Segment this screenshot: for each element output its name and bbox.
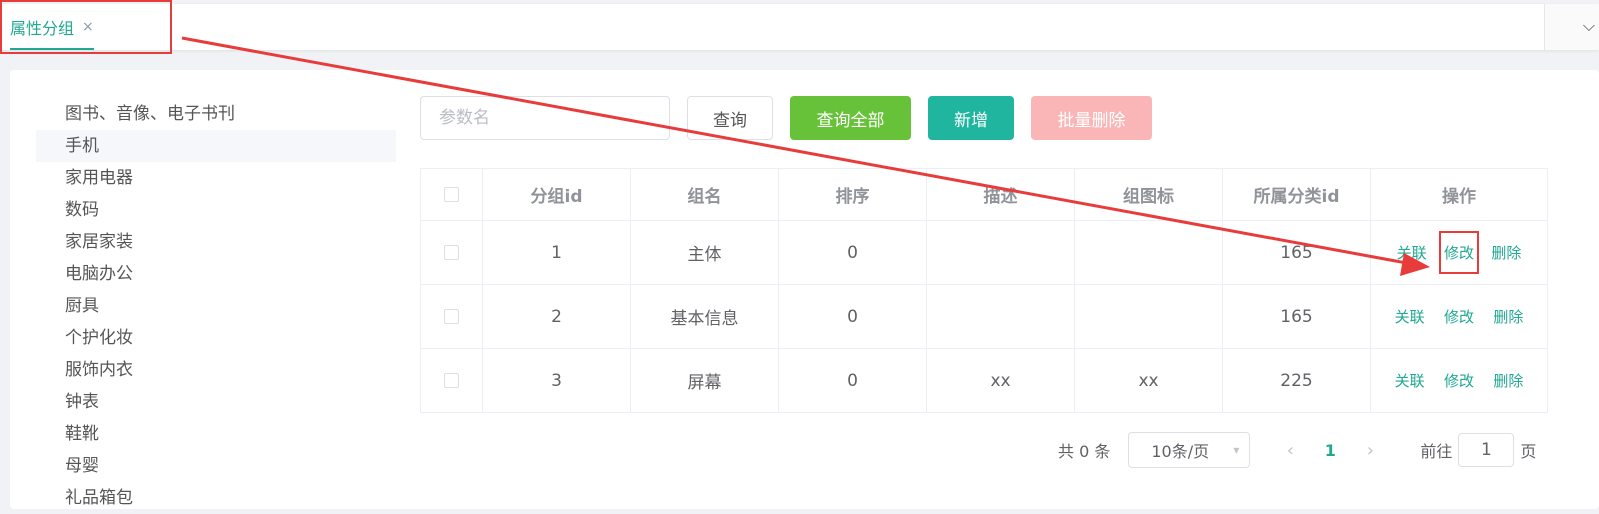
tree-item[interactable]: 服饰内衣 xyxy=(36,354,396,386)
table-row: 3 屏幕 0 xx xx 225 关联 修改 删除 xyxy=(420,348,1548,413)
tree-item[interactable]: 家用电器 xyxy=(36,162,396,194)
annotation-edit-highlight: 修改 xyxy=(1438,231,1479,274)
goto-page-input[interactable] xyxy=(1458,433,1515,467)
tree-item[interactable]: 礼品箱包 xyxy=(36,482,396,514)
tree-item[interactable]: 母婴 xyxy=(36,450,396,482)
tree-item[interactable]: 家居家装 xyxy=(36,226,396,258)
tree-item[interactable]: 厨具 xyxy=(36,290,396,322)
add-button[interactable]: 新增 xyxy=(928,96,1014,140)
total-count: 共 0 条 xyxy=(1058,442,1111,461)
cell-sort: 0 xyxy=(778,348,927,413)
cell-catelog-id: 225 xyxy=(1222,348,1371,413)
cell-group-id: 2 xyxy=(482,284,631,349)
relate-link[interactable]: 关联 xyxy=(1395,372,1425,390)
pagination: 共 0 条 10条/页 ▾ ‹ 1 › 前往 页 xyxy=(1058,432,1536,468)
cell-sort: 0 xyxy=(778,284,927,349)
cell-icon xyxy=(1074,284,1223,349)
tree-item[interactable]: 数码 xyxy=(36,194,396,226)
query-all-button[interactable]: 查询全部 xyxy=(790,96,911,140)
tree-item[interactable]: 图书、音像、电子书刊 xyxy=(36,98,396,130)
cell-actions: 关联 修改 删除 xyxy=(1370,284,1548,349)
cell-desc xyxy=(926,220,1075,285)
category-tree: 图书、音像、电子书刊 手机 家用电器 数码 家居家装 电脑办公 厨具 个护化妆 … xyxy=(36,98,396,514)
cell-sort: 0 xyxy=(778,220,927,285)
row-checkbox[interactable] xyxy=(444,373,459,388)
tree-item[interactable]: 鞋靴 xyxy=(36,418,396,450)
cell-catelog-id: 165 xyxy=(1222,220,1371,285)
select-all-checkbox[interactable] xyxy=(444,187,459,202)
cell-actions: 关联 修改 删除 xyxy=(1370,220,1548,285)
delete-link[interactable]: 删除 xyxy=(1491,244,1521,262)
next-page-icon[interactable]: › xyxy=(1354,440,1386,461)
col-actions: 操作 xyxy=(1370,168,1548,221)
col-group-name[interactable]: 组名 xyxy=(630,168,779,221)
table-header-row: 分组id 组名 排序 描述 组图标 所属分类id 操作 xyxy=(420,168,1548,221)
row-select-cell xyxy=(420,284,483,349)
relate-link[interactable]: 关联 xyxy=(1395,308,1425,326)
row-checkbox[interactable] xyxy=(444,309,459,324)
cell-icon xyxy=(1074,220,1223,285)
page-size-select[interactable]: 10条/页 ▾ xyxy=(1128,432,1251,468)
attr-group-table: 分组id 组名 排序 描述 组图标 所属分类id 操作 1 主体 0 165 关… xyxy=(420,168,1548,413)
goto-unit: 页 xyxy=(1520,442,1537,461)
edit-link[interactable]: 修改 xyxy=(1444,244,1474,262)
chevron-down-icon: ⌵ xyxy=(1582,16,1595,35)
table-row: 2 基本信息 0 165 关联 修改 删除 xyxy=(420,284,1548,349)
cell-group-id: 3 xyxy=(482,348,631,413)
page-size-value: 10条/页 xyxy=(1151,442,1210,461)
row-select-cell xyxy=(420,220,483,285)
col-sort[interactable]: 排序 xyxy=(778,168,927,221)
query-button[interactable]: 查询 xyxy=(687,96,773,140)
cell-actions: 关联 修改 删除 xyxy=(1370,348,1548,413)
delete-link[interactable]: 删除 xyxy=(1493,308,1523,326)
col-icon[interactable]: 组图标 xyxy=(1074,168,1223,221)
row-checkbox[interactable] xyxy=(444,245,459,260)
cell-desc xyxy=(926,284,1075,349)
tree-item-selected[interactable]: 手机 xyxy=(36,130,396,162)
cell-catelog-id: 165 xyxy=(1222,284,1371,349)
col-desc[interactable]: 描述 xyxy=(926,168,1075,221)
cell-desc: xx xyxy=(926,348,1075,413)
param-name-input[interactable] xyxy=(420,96,670,140)
tab-scroll-button[interactable]: ⌵ xyxy=(1544,4,1599,50)
cell-group-name: 基本信息 xyxy=(630,284,779,349)
goto-label: 前往 xyxy=(1420,442,1453,461)
annotation-tab-highlight xyxy=(0,0,172,54)
tab-bar: 属性分组 × xyxy=(0,4,1599,50)
table-row: 1 主体 0 165 关联 修改 删除 xyxy=(420,220,1548,285)
relate-link[interactable]: 关联 xyxy=(1397,244,1427,262)
batch-delete-button[interactable]: 批量删除 xyxy=(1031,96,1152,140)
select-all-cell xyxy=(420,168,483,221)
tree-item[interactable]: 钟表 xyxy=(36,386,396,418)
cell-group-name: 主体 xyxy=(630,220,779,285)
tree-item[interactable]: 个护化妆 xyxy=(36,322,396,354)
toolbar: 查询 查询全部 新增 批量删除 xyxy=(420,96,1152,140)
content-card: 图书、音像、电子书刊 手机 家用电器 数码 家居家装 电脑办公 厨具 个护化妆 … xyxy=(10,70,1599,509)
delete-link[interactable]: 删除 xyxy=(1493,372,1523,390)
edit-link[interactable]: 修改 xyxy=(1444,308,1474,326)
cell-icon: xx xyxy=(1074,348,1223,413)
row-select-cell xyxy=(420,348,483,413)
chevron-down-icon: ▾ xyxy=(1233,443,1240,457)
cell-group-id: 1 xyxy=(482,220,631,285)
page-number-current[interactable]: 1 xyxy=(1306,441,1354,460)
prev-page-icon[interactable]: ‹ xyxy=(1274,440,1306,461)
cell-group-name: 屏幕 xyxy=(630,348,779,413)
col-catelog-id[interactable]: 所属分类id xyxy=(1222,168,1371,221)
edit-link[interactable]: 修改 xyxy=(1444,372,1474,390)
tree-item[interactable]: 电脑办公 xyxy=(36,258,396,290)
col-group-id[interactable]: 分组id xyxy=(482,168,631,221)
